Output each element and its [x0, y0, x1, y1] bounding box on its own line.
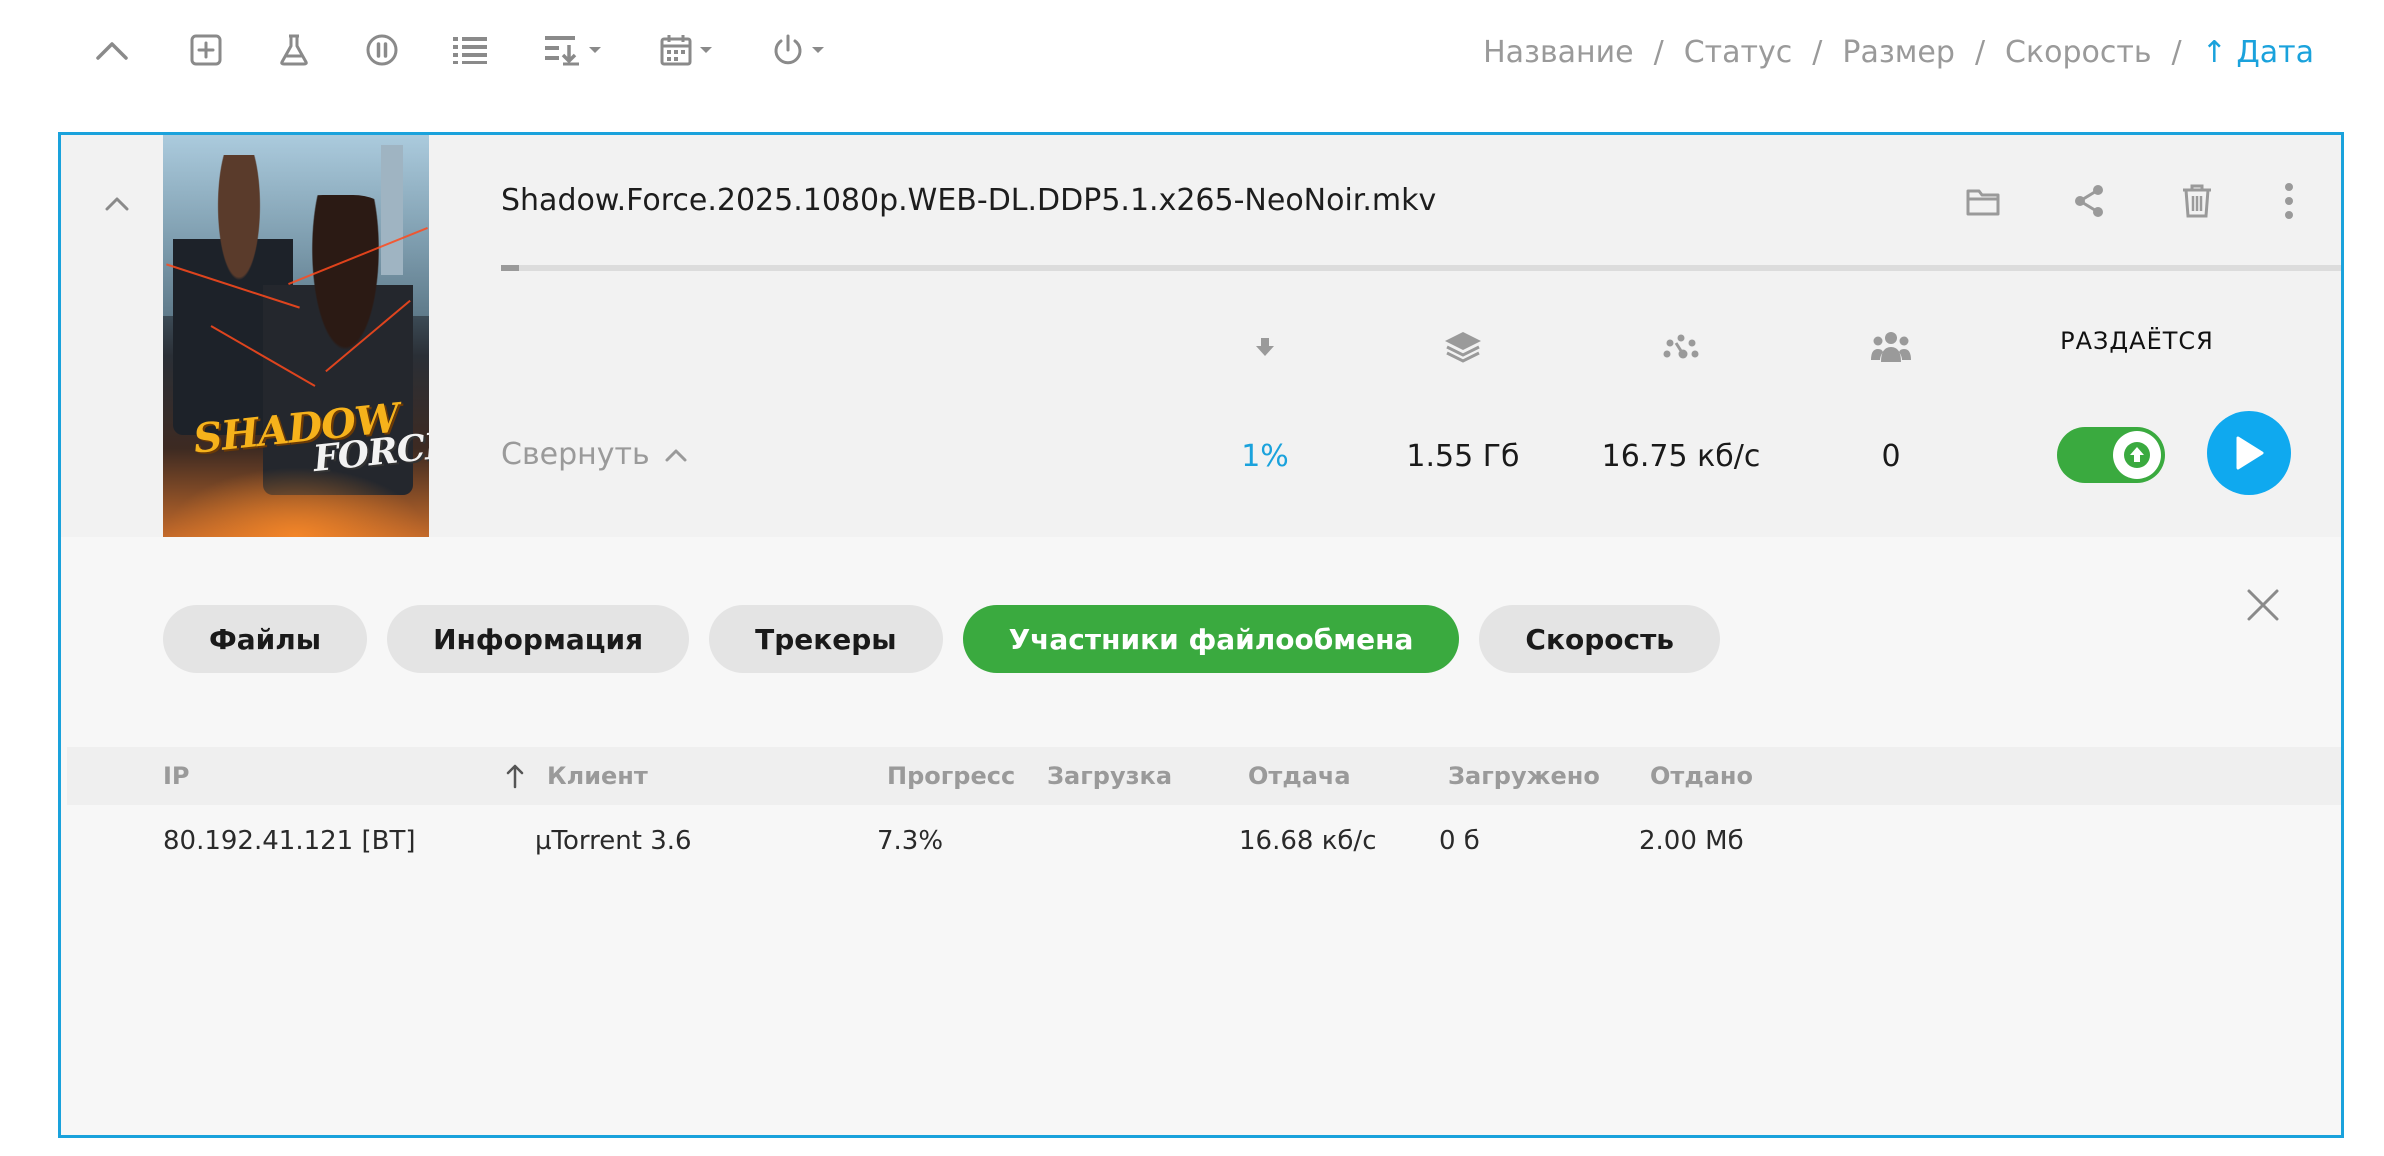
pause-icon[interactable] — [362, 28, 402, 72]
folder-icon[interactable] — [1961, 179, 2005, 223]
details-tabs: Файлы Информация Трекеры Участники файло… — [163, 605, 1721, 673]
peers-count: 0 — [1881, 439, 1901, 474]
sort-by-speed[interactable]: Скорость — [2005, 35, 2151, 70]
power-icon[interactable] — [766, 28, 830, 72]
download-arrow-icon — [1245, 325, 1285, 369]
download-progress-bar — [501, 265, 2341, 271]
list-icon[interactable] — [450, 28, 490, 72]
sort-separator: / — [1812, 34, 1823, 70]
sort-by-name[interactable]: Название — [1483, 35, 1634, 70]
chevron-up-icon[interactable] — [92, 28, 132, 72]
chevron-up-icon — [665, 449, 687, 461]
sort-separator: / — [1653, 34, 1664, 70]
sort-separator: / — [1974, 34, 1986, 70]
sort-arrow-up-icon[interactable] — [503, 761, 527, 791]
tab-peers[interactable]: Участники файлообмена — [962, 605, 1460, 673]
collapse-label: Свернуть — [501, 437, 650, 472]
sort-download-icon[interactable] — [540, 28, 606, 72]
sort-by-status[interactable]: Статус — [1684, 35, 1793, 70]
share-icon[interactable] — [2067, 179, 2111, 223]
calendar-icon[interactable] — [654, 28, 718, 72]
collapse-chevron-icon[interactable] — [99, 185, 135, 221]
sort-bar: Название / Статус / Размер / Скорость / … — [1483, 30, 2314, 74]
tab-files[interactable]: Файлы — [163, 605, 368, 673]
column-download[interactable]: Загрузка — [1047, 747, 1172, 805]
torrent-card: SHADOW FORCE Shadow.Force.2025.1080p.WEB… — [58, 132, 2344, 1138]
peers-table-header: IP Клиент Прогресс Загрузка Отдача Загру… — [67, 747, 2341, 805]
flask-icon[interactable] — [274, 28, 314, 72]
peer-downloaded: 0 б — [1439, 826, 1480, 856]
torrent-state-label: РАЗДАЁТСЯ — [2060, 327, 2214, 355]
top-toolbar: Название / Статус / Размер / Скорость / … — [0, 0, 2384, 100]
poster-image: SHADOW FORCE — [163, 135, 429, 537]
chevron-down-icon — [700, 47, 712, 53]
column-uploaded[interactable]: Отдано — [1650, 747, 1753, 805]
more-options-icon[interactable] — [2271, 179, 2307, 223]
upload-arrow-icon — [2113, 431, 2161, 479]
sort-by-size[interactable]: Размер — [1842, 35, 1955, 70]
torrent-header: SHADOW FORCE Shadow.Force.2025.1080p.WEB… — [61, 135, 2341, 537]
add-torrent-icon[interactable] — [186, 28, 226, 72]
chevron-down-icon — [589, 47, 601, 53]
sort-separator: / — [2171, 34, 2182, 70]
trash-icon[interactable] — [2175, 179, 2219, 223]
torrent-speed: 16.75 кб/с — [1601, 439, 1761, 474]
progress-percent: 1% — [1241, 439, 1289, 474]
peer-progress: 7.3% — [877, 826, 944, 856]
close-icon[interactable] — [2241, 583, 2285, 627]
column-ip[interactable]: IP — [163, 747, 190, 805]
tab-info[interactable]: Информация — [387, 605, 690, 673]
column-client[interactable]: Клиент — [547, 747, 648, 805]
torrent-file-name: Shadow.Force.2025.1080p.WEB-DL.DDP5.1.x2… — [501, 183, 1437, 218]
table-row: 80.192.41.121 [BT] µTorrent 3.6 7.3% 16.… — [67, 811, 2341, 871]
peers-group-icon — [1867, 325, 1915, 369]
column-upload[interactable]: Отдача — [1248, 747, 1351, 805]
seeding-toggle[interactable] — [2057, 427, 2165, 483]
peer-upload: 16.68 кб/с — [1239, 826, 1377, 856]
speedometer-icon — [1657, 325, 1705, 369]
peer-uploaded: 2.00 Мб — [1639, 826, 1744, 856]
column-downloaded[interactable]: Загружено — [1448, 747, 1600, 805]
play-button[interactable] — [2207, 411, 2291, 495]
chevron-down-icon — [812, 47, 824, 53]
play-icon — [2236, 436, 2264, 470]
column-progress[interactable]: Прогресс — [887, 747, 1015, 805]
peer-client: µTorrent 3.6 — [535, 826, 692, 856]
collapse-details-link[interactable]: Свернуть — [501, 437, 688, 472]
torrent-size: 1.55 Гб — [1406, 439, 1520, 474]
tab-trackers[interactable]: Трекеры — [709, 605, 943, 673]
layers-icon — [1439, 325, 1487, 369]
tab-speed[interactable]: Скорость — [1479, 605, 1721, 673]
sort-by-date[interactable]: ↑ Дата — [2202, 35, 2314, 70]
download-progress-fill — [501, 265, 520, 271]
peer-ip: 80.192.41.121 [BT] — [163, 826, 416, 856]
